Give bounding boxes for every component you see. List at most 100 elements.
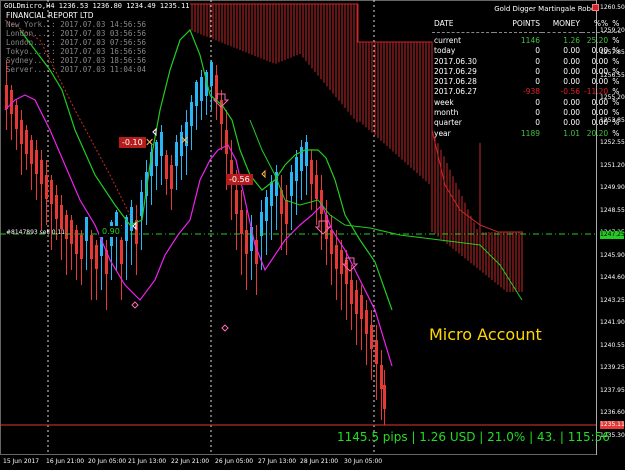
candle-body — [370, 325, 373, 349]
price-axis-label: 1256.55 — [600, 71, 625, 79]
summary-line: 1145.5 pips | 1.26 USD | 21.0% | 43. | 1… — [337, 430, 610, 444]
city-label: Tokyo.....: — [6, 47, 56, 56]
price-axis-label: 1243.25 — [600, 296, 625, 304]
time-row: New York..: 2017.07.03 14:56:56 — [6, 20, 146, 29]
candle-body — [225, 130, 228, 154]
candle-body — [50, 180, 53, 204]
stats-row-label: 2017.06.30 — [434, 56, 477, 66]
time-row: Tokyo.....: 2017.07.03 16:56:56 — [6, 47, 146, 56]
stats-row: week 0 0.00 0.00% — [432, 98, 621, 108]
stats-row-points: 0 — [535, 66, 540, 76]
candle-body — [195, 82, 198, 106]
candle-body — [295, 157, 298, 181]
stats-row-points: 1189 — [520, 128, 540, 138]
price-axis-label: 1255.20 — [600, 94, 625, 102]
candle-body — [175, 142, 178, 166]
candle-body — [25, 130, 28, 154]
city-time: 2017.07.03 18:56:56 — [60, 56, 146, 65]
candle-body — [40, 160, 43, 184]
profit-tag: -0.10 — [119, 137, 146, 148]
stats-row-money: -0.56 — [560, 87, 580, 97]
stats-row-label: 2017.06.28 — [434, 77, 477, 87]
stats-row-pct: 0.00 — [591, 56, 609, 66]
candle-body — [85, 217, 88, 241]
time-axis-label: 21 Jun 13:00 — [128, 458, 167, 465]
robot-status-icon[interactable] — [592, 4, 599, 11]
stats-row-label: quarter — [434, 118, 462, 128]
candle-body — [60, 205, 63, 229]
candle-body — [80, 235, 83, 259]
stats-row-label: current — [434, 36, 462, 45]
candle-body — [365, 310, 368, 334]
stats-row-points: 0 — [535, 77, 540, 87]
time-row: London....: 2017.07.03 03:56:56 — [6, 29, 146, 38]
city-label: London....: — [6, 38, 56, 47]
price-axis-label: 1253.85 — [600, 116, 625, 124]
stats-row-label: today — [434, 46, 456, 56]
city-label: New York..: — [6, 20, 56, 29]
candle-body — [315, 175, 318, 199]
stats-header-row: DATE POINTS MONEY %% % — [432, 16, 621, 33]
candle-body — [375, 340, 378, 364]
city-time: 2017.07.03 03:56:56 — [60, 29, 146, 38]
candle-body — [70, 220, 73, 244]
candle-body — [155, 142, 158, 166]
stats-row-points: 1146 — [520, 36, 540, 45]
stats-row: 2017.06.29 0 0.00 0.00% — [432, 67, 621, 77]
stats-body: current 1146 1.26 25.20% today 0 0.00 0.00% 2017… — [432, 36, 621, 139]
candle-body — [210, 62, 213, 86]
city-label: Sydney....: — [6, 56, 56, 65]
stats-row-label: 2017.06.27 — [434, 87, 477, 97]
price-axis-label: 1252.55 — [600, 139, 625, 147]
time-axis-label: 27 Jun 13:00 — [258, 458, 297, 465]
stats-row-money: 1.26 — [563, 36, 580, 45]
current-price-box: 1235.11 — [600, 421, 625, 429]
candle-body — [35, 150, 38, 174]
candle-body — [190, 102, 193, 126]
stats-row-money: 0.00 — [563, 118, 580, 128]
candle-body — [270, 182, 273, 206]
profit-tag: -0.56 — [226, 174, 253, 185]
robot-name: Gold Digger Martingale Robot — [494, 5, 598, 13]
stats-row-points: 0 — [535, 108, 540, 118]
header-date: DATE — [434, 18, 454, 28]
candle-body — [310, 160, 313, 184]
stats-row-money: 0.00 — [563, 77, 580, 87]
report-title: FINANCIAL REPORT LTD — [6, 11, 94, 20]
city-label: London....: — [6, 29, 56, 38]
header-points: POINTS — [512, 18, 540, 28]
candle-body — [383, 385, 386, 409]
candle-body — [235, 190, 238, 214]
time-axis-label: 30 Jun 05:00 — [344, 458, 383, 465]
candle-body — [340, 250, 343, 274]
stats-row-unit: % — [612, 36, 620, 45]
price-axis-label: 1251.20 — [600, 161, 625, 169]
stats-row-unit: % — [612, 56, 620, 66]
profit-tag: 0.90 — [99, 226, 123, 237]
time-axis-label: 28 Jun 21:00 — [300, 458, 339, 465]
price-axis-label: 1260.50 — [600, 4, 625, 11]
city-time: 2017.07.03 14:56:56 — [60, 20, 146, 29]
candlesticks — [5, 60, 386, 425]
stats-row: 2017.06.28 0 0.00 0.00% — [432, 77, 621, 87]
x-marker-2: ✕ — [180, 134, 189, 147]
stats-row-money: 0.00 — [563, 56, 580, 66]
stats-row: today 0 0.00 0.00% — [432, 46, 621, 56]
order-label[interactable]: #8147893 sell 0.11 — [6, 229, 65, 236]
candle-body — [130, 207, 133, 231]
time-axis-label: 26 Jun 05:00 — [215, 458, 254, 465]
candle-body — [65, 215, 68, 239]
city-time: 2017.07.03 16:56:56 — [60, 47, 146, 56]
price-axis-label: 1259.20 — [600, 26, 625, 34]
time-row: Sydney....: 2017.07.03 18:56:56 — [6, 56, 146, 65]
city-time: 2017.07.03 07:56:56 — [60, 38, 146, 47]
price-axis-label: 1240.55 — [600, 341, 625, 349]
stats-row-money: 0.00 — [563, 97, 580, 107]
stats-row-money: 1.01 — [563, 128, 580, 138]
price-axis-label: 1245.90 — [600, 251, 625, 259]
flag-marker-1 — [152, 127, 157, 137]
candle-body — [200, 77, 203, 101]
stats-row: quarter 0 0.00 0.00% — [432, 118, 621, 128]
time-axis-label: 16 Jun 21:00 — [46, 458, 85, 465]
x-marker-1: ✕ — [145, 136, 154, 149]
